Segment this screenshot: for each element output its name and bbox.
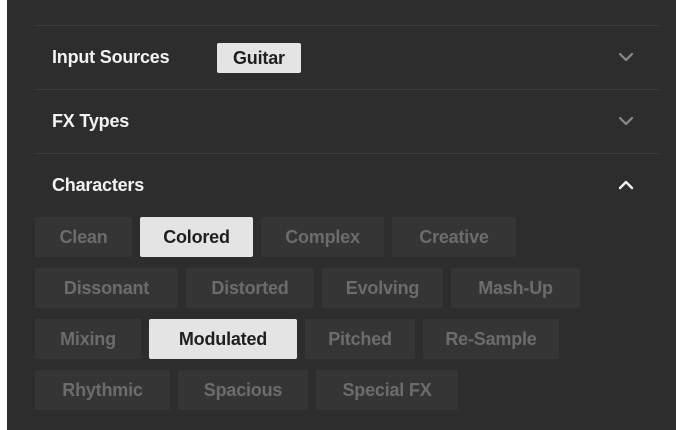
tag-distorted[interactable]: Distorted (186, 268, 314, 308)
tag-evolving[interactable]: Evolving (322, 268, 443, 308)
tag-row: Rhythmic Spacious Special FX (35, 370, 659, 410)
tag-mash-up[interactable]: Mash-Up (451, 268, 580, 308)
section-input-sources[interactable]: Input Sources Guitar (35, 25, 659, 88)
tag-spacious[interactable]: Spacious (178, 370, 308, 410)
tag-rhythmic[interactable]: Rhythmic (35, 370, 170, 410)
filter-panel: Input Sources Guitar FX Types Characters… (7, 0, 676, 430)
tag-row: Clean Colored Complex Creative (35, 217, 659, 257)
tag-creative[interactable]: Creative (392, 217, 516, 257)
section-title-characters: Characters (52, 175, 145, 195)
chevron-down-icon[interactable] (617, 50, 635, 64)
section-title-fx-types: FX Types (52, 111, 130, 131)
tag-clean[interactable]: Clean (35, 217, 132, 257)
section-characters[interactable]: Characters (35, 153, 659, 216)
section-fx-types[interactable]: FX Types (35, 89, 659, 152)
chevron-up-icon[interactable] (617, 178, 635, 192)
tag-re-sample[interactable]: Re-Sample (423, 319, 559, 359)
input-source-badge-guitar[interactable]: Guitar (217, 43, 301, 73)
section-title-input-sources: Input Sources (52, 47, 170, 67)
chevron-down-icon[interactable] (617, 114, 635, 128)
tag-row: Dissonant Distorted Evolving Mash-Up (35, 268, 659, 308)
tag-row: Mixing Modulated Pitched Re-Sample (35, 319, 659, 359)
tag-modulated[interactable]: Modulated (149, 319, 297, 359)
tag-special-fx[interactable]: Special FX (316, 370, 458, 410)
tag-pitched[interactable]: Pitched (305, 319, 415, 359)
tag-complex[interactable]: Complex (261, 217, 384, 257)
tag-dissonant[interactable]: Dissonant (35, 268, 178, 308)
tag-mixing[interactable]: Mixing (35, 319, 141, 359)
tag-colored[interactable]: Colored (140, 217, 253, 257)
